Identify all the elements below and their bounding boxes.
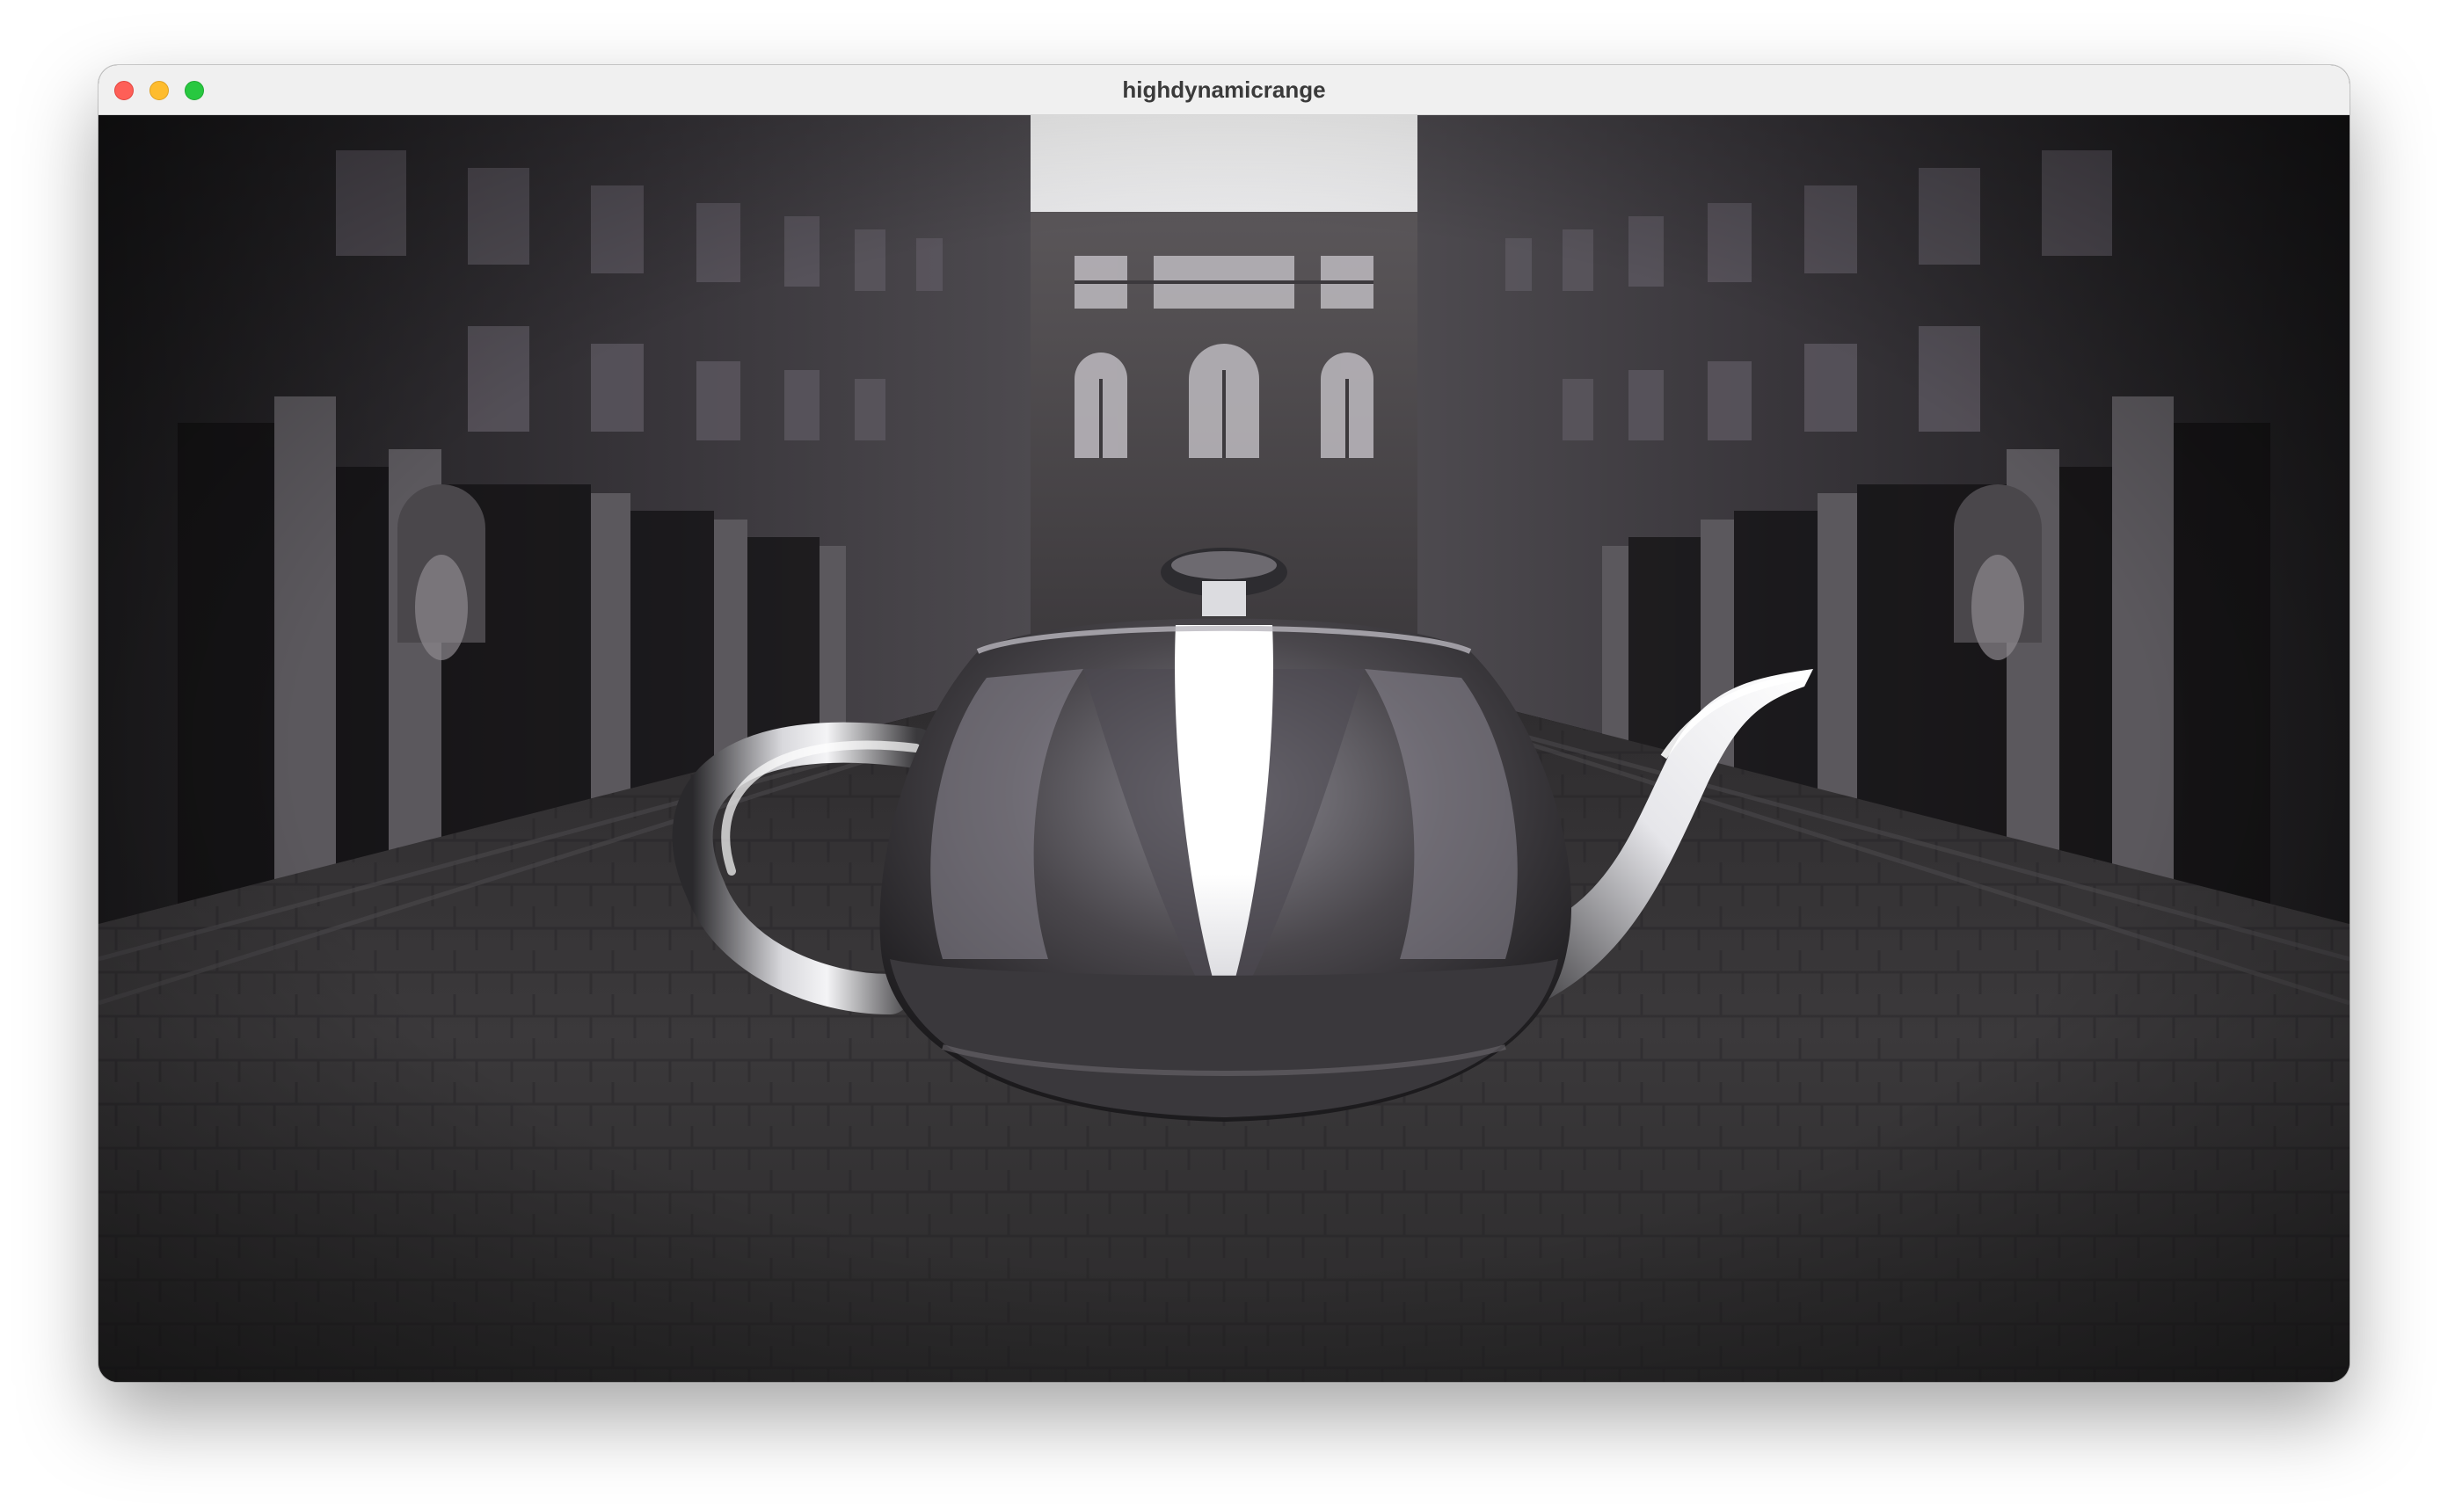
render-viewport[interactable] xyxy=(98,115,2350,1382)
window-title: highdynamicrange xyxy=(1122,76,1326,103)
app-window: highdynamicrange xyxy=(98,65,2350,1382)
title-bar[interactable]: highdynamicrange xyxy=(98,65,2350,115)
